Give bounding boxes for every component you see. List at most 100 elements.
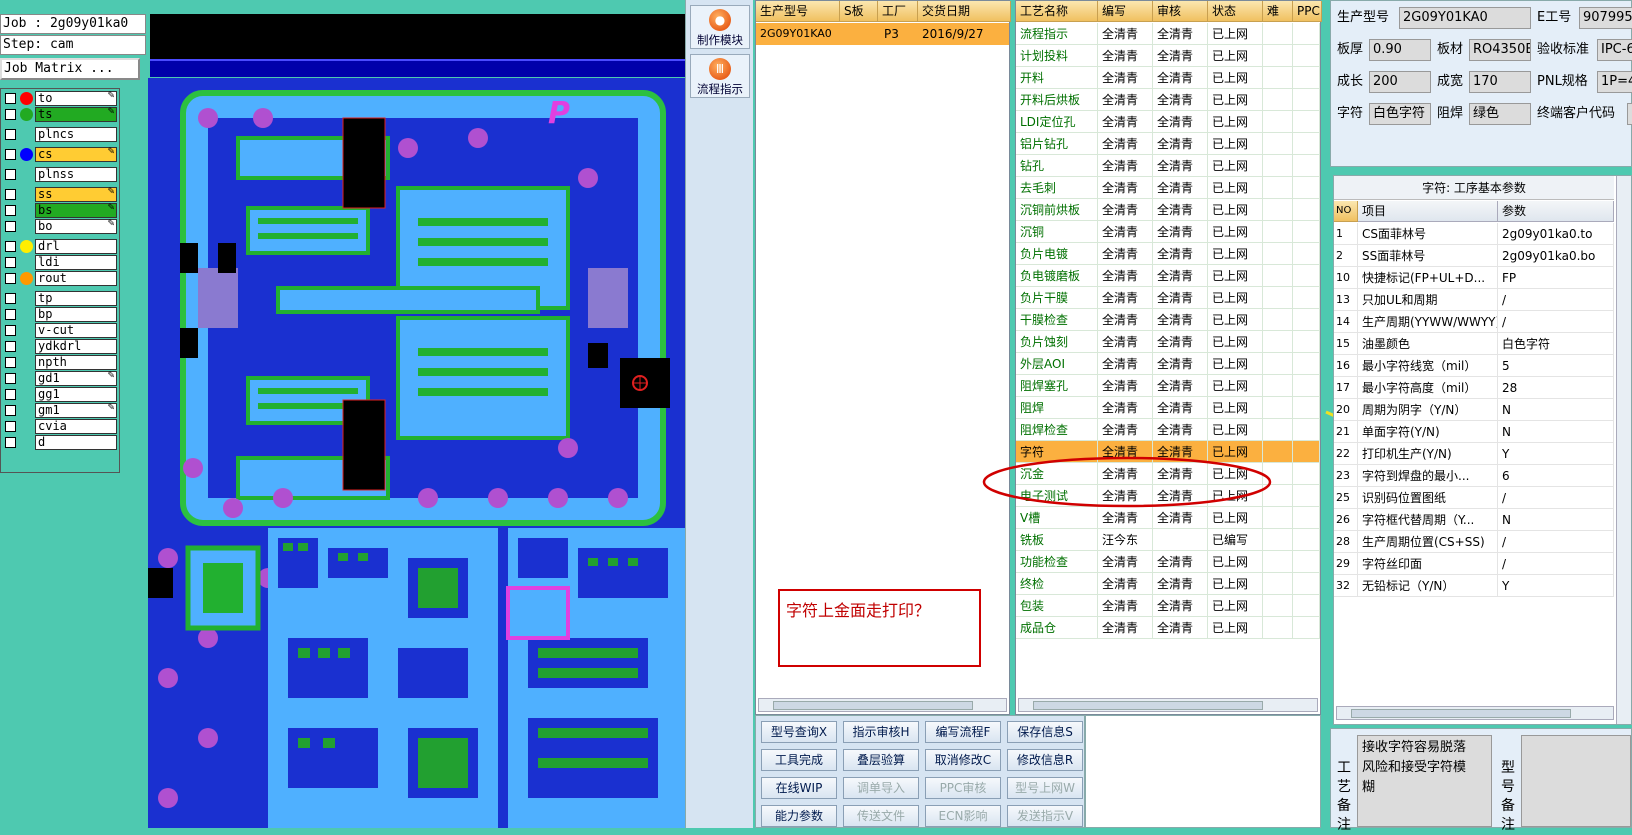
- process-scrollbar[interactable]: [1018, 698, 1318, 712]
- layer-name[interactable]: gg1: [35, 387, 117, 402]
- job-matrix-button[interactable]: Job Matrix ...: [0, 58, 140, 80]
- params-scroll-thumb[interactable]: [1351, 709, 1571, 718]
- param-row[interactable]: 1 CS面菲林号 2g09y01ka0.to: [1334, 223, 1614, 245]
- layer-name[interactable]: gm1: [35, 403, 117, 418]
- action-button[interactable]: 型号查询X: [761, 721, 837, 743]
- process-row[interactable]: 成品仓 全清青 全清青 已上网: [1016, 617, 1320, 639]
- col-item[interactable]: 项目: [1358, 201, 1498, 222]
- layer-checkbox[interactable]: [5, 373, 16, 384]
- layer-name[interactable]: ts: [35, 107, 117, 122]
- layer-name[interactable]: gd1: [35, 371, 117, 386]
- layer-checkbox[interactable]: [5, 169, 16, 180]
- pcb-canvas[interactable]: P: [148, 78, 685, 828]
- prod-model-field[interactable]: 2G09Y01KA0: [1399, 7, 1531, 29]
- action-button[interactable]: 编写流程F: [925, 721, 1001, 743]
- process-row[interactable]: LDI定位孔 全清青 全清青 已上网: [1016, 111, 1320, 133]
- param-row[interactable]: 28 生产周期位置(CS+SS) /: [1334, 531, 1614, 553]
- col-difficulty[interactable]: 难: [1263, 1, 1293, 22]
- param-row[interactable]: 32 无铅标记（Y/N） Y: [1334, 575, 1614, 597]
- layer-name[interactable]: ldi: [35, 255, 117, 270]
- customer-field[interactable]: [1627, 103, 1632, 125]
- layer-row[interactable]: to ✎: [3, 91, 117, 106]
- order-row[interactable]: 2G09Y01KA0 P3 2016/9/27: [756, 23, 1009, 45]
- action-button[interactable]: 能力参数: [761, 805, 837, 827]
- layer-name[interactable]: drl: [35, 239, 117, 254]
- process-row[interactable]: 干膜检查 全清青 全清青 已上网: [1016, 309, 1320, 331]
- col-no[interactable]: NO: [1334, 201, 1358, 222]
- action-button[interactable]: 修改信息R: [1007, 749, 1083, 771]
- layer-row[interactable]: rout: [3, 271, 117, 286]
- process-row[interactable]: 包装 全清青 全清青 已上网: [1016, 595, 1320, 617]
- layer-name[interactable]: ss: [35, 187, 117, 202]
- layer-checkbox[interactable]: [5, 129, 16, 140]
- make-module-button[interactable]: ● 制作模块: [690, 5, 750, 49]
- col-delivery-date[interactable]: 交货日期: [918, 1, 1011, 22]
- col-ppc[interactable]: PPC: [1293, 1, 1322, 22]
- params-scrollbar[interactable]: [1336, 706, 1614, 720]
- layer-name[interactable]: plnss: [35, 167, 117, 182]
- process-scroll-thumb[interactable]: [1033, 701, 1263, 710]
- process-row[interactable]: 负片电镀 全清青 全清青 已上网: [1016, 243, 1320, 265]
- param-row[interactable]: 14 生产周期(YYWW/WWYY) /: [1334, 311, 1614, 333]
- layer-name[interactable]: ydkdrl: [35, 339, 117, 354]
- process-row[interactable]: 负电镀磨板 全清青 全清青 已上网: [1016, 265, 1320, 287]
- pnl-field[interactable]: 1P=4: [1597, 71, 1632, 93]
- col-s-board[interactable]: S板: [840, 1, 878, 22]
- param-row[interactable]: 20 周期为阴字（Y/N） N: [1334, 399, 1614, 421]
- process-row[interactable]: 阻焊 全清青 全清青 已上网: [1016, 397, 1320, 419]
- layer-row[interactable]: bs ✎: [3, 203, 117, 218]
- layer-checkbox[interactable]: [5, 421, 16, 432]
- col-factory[interactable]: 工厂: [878, 1, 918, 22]
- layer-checkbox[interactable]: [5, 293, 16, 304]
- layer-name[interactable]: plncs: [35, 127, 117, 142]
- layer-checkbox[interactable]: [5, 241, 16, 252]
- action-button[interactable]: 型号上网W: [1007, 777, 1083, 799]
- layer-row[interactable]: cs ✎: [3, 147, 117, 162]
- process-row[interactable]: 沉铜前烘板 全清青 全清青 已上网: [1016, 199, 1320, 221]
- e-no-field[interactable]: 907995: [1579, 7, 1632, 29]
- mask-field[interactable]: 绿色: [1469, 103, 1531, 125]
- layer-name[interactable]: npth: [35, 355, 117, 370]
- layer-checkbox[interactable]: [5, 109, 16, 120]
- layer-row[interactable]: bo ✎: [3, 219, 117, 234]
- layer-row[interactable]: ss ✎: [3, 187, 117, 202]
- layer-checkbox[interactable]: [5, 93, 16, 104]
- process-row[interactable]: 阻焊塞孔 全清青 全清青 已上网: [1016, 375, 1320, 397]
- layer-row[interactable]: ydkdrl: [3, 339, 117, 354]
- action-button[interactable]: ECN影响: [925, 805, 1001, 827]
- accept-field[interactable]: IPC-6: [1597, 39, 1632, 61]
- layer-row[interactable]: d: [3, 435, 117, 450]
- process-row[interactable]: 沉铜 全清青 全清青 已上网: [1016, 221, 1320, 243]
- layer-row[interactable]: ts ✎: [3, 107, 117, 122]
- layer-name[interactable]: cs: [35, 147, 117, 162]
- process-row[interactable]: 开料后烘板 全清青 全清青 已上网: [1016, 89, 1320, 111]
- action-button[interactable]: 叠层验算: [843, 749, 919, 771]
- layer-name[interactable]: cvia: [35, 419, 117, 434]
- col-process-name[interactable]: 工艺名称: [1016, 1, 1098, 22]
- param-row[interactable]: 23 字符到焊盘的最小... 6: [1334, 465, 1614, 487]
- layer-row[interactable]: bp: [3, 307, 117, 322]
- layer-checkbox[interactable]: [5, 325, 16, 336]
- layer-row[interactable]: gg1: [3, 387, 117, 402]
- layer-row[interactable]: gd1 ✎: [3, 371, 117, 386]
- remark-text[interactable]: 接收字符容易脱落风险和接受字符模糊: [1357, 735, 1492, 827]
- process-row[interactable]: 负片蚀刻 全清青 全清青 已上网: [1016, 331, 1320, 353]
- layer-checkbox[interactable]: [5, 309, 16, 320]
- param-row[interactable]: 2 SS面菲林号 2g09y01ka0.bo: [1334, 245, 1614, 267]
- action-button[interactable]: 保存信息S: [1007, 721, 1083, 743]
- layer-checkbox[interactable]: [5, 189, 16, 200]
- process-row[interactable]: 铝片钻孔 全清青 全清青 已上网: [1016, 133, 1320, 155]
- material-field[interactable]: RO4350B: [1469, 39, 1531, 61]
- param-row[interactable]: 17 最小字符高度（mil） 28: [1334, 377, 1614, 399]
- action-button[interactable]: PPC审核: [925, 777, 1001, 799]
- orders-scroll-thumb[interactable]: [773, 701, 973, 710]
- layer-checkbox[interactable]: [5, 149, 16, 160]
- layer-row[interactable]: plncs: [3, 127, 117, 142]
- orders-scrollbar[interactable]: [758, 698, 1007, 712]
- layer-checkbox[interactable]: [5, 221, 16, 232]
- col-prod-model[interactable]: 生产型号: [756, 1, 840, 22]
- layer-row[interactable]: gm1 ✎: [3, 403, 117, 418]
- process-row[interactable]: 功能检查 全清青 全清青 已上网: [1016, 551, 1320, 573]
- layer-row[interactable]: drl: [3, 239, 117, 254]
- thickness-field[interactable]: 0.90: [1369, 39, 1431, 61]
